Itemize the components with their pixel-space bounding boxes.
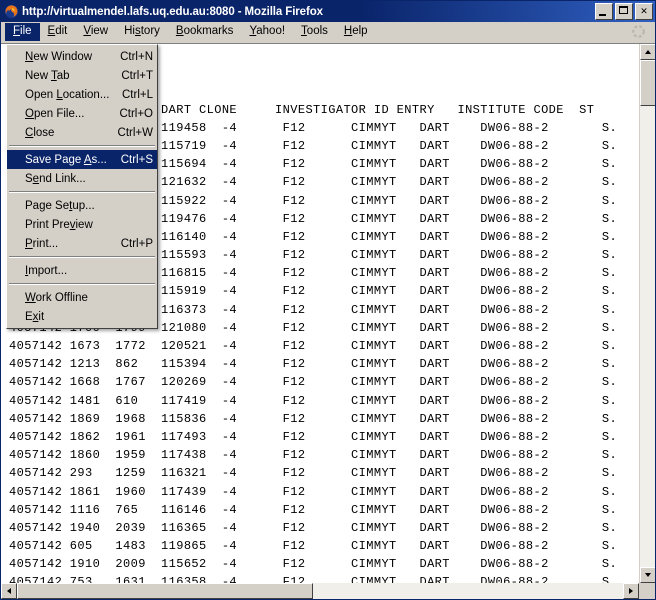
table-row: 4057142 753 1631 116358 -4 F12 CIMMYT DA… — [9, 575, 618, 583]
menu-separator — [9, 145, 155, 147]
menu-item-shortcut: Ctrl+T — [121, 69, 153, 82]
menubar-item-bookmarks[interactable]: Bookmarks — [168, 23, 242, 41]
scroll-left-button[interactable] — [1, 583, 17, 599]
menu-item-label: Send Link... — [25, 172, 86, 185]
menu-item-label: Open Location... — [25, 88, 110, 101]
menu-item-label: Close — [25, 126, 55, 139]
menu-item-import[interactable]: Import... — [7, 261, 157, 280]
menubar-item-view[interactable]: View — [75, 23, 116, 41]
menu-separator — [9, 191, 155, 193]
menubar-item-file[interactable]: File — [5, 23, 40, 41]
maximize-button[interactable] — [615, 3, 633, 20]
window-controls: ✕ — [595, 3, 653, 20]
scrollbar-corner — [639, 583, 655, 599]
scroll-down-arrow — [645, 573, 651, 577]
vertical-scroll-thumb[interactable] — [640, 60, 655, 106]
browser-window: http://virtualmendel.lafs.uq.edu.au:8080… — [0, 0, 656, 600]
scroll-down-button[interactable] — [640, 567, 655, 583]
menu-item-close[interactable]: Close Ctrl+W — [7, 123, 157, 142]
menu-item-shortcut: Ctrl+O — [119, 107, 153, 120]
menubar-item-yahoo[interactable]: Yahoo! — [241, 23, 293, 41]
menu-item-shortcut: Ctrl+P — [120, 237, 153, 250]
firefox-icon — [4, 4, 19, 19]
menu-item-new-window[interactable]: New Window Ctrl+N — [7, 47, 157, 66]
menubar-item-help[interactable]: Help — [336, 23, 376, 41]
menu-item-new-tab[interactable]: New Tab Ctrl+T — [7, 66, 157, 85]
menu-bar: File Edit View History Bookmarks Yahoo! Tools H… — [1, 22, 655, 43]
title-bar: http://virtualmendel.lafs.uq.edu.au:8080… — [1, 1, 655, 22]
firefox-throbber-icon[interactable] — [631, 24, 646, 39]
menu-item-label: Work Offline — [25, 291, 88, 304]
menu-item-print[interactable]: Print... Ctrl+P — [7, 234, 157, 253]
menu-item-shortcut: Ctrl+W — [117, 126, 153, 139]
scroll-up-button[interactable] — [640, 44, 655, 60]
close-icon: ✕ — [640, 6, 648, 16]
menu-item-shortcut: Ctrl+N — [120, 50, 153, 63]
table-row: 4057142 293 1259 116321 -4 F12 CIMMYT DA… — [9, 466, 618, 481]
menubar-item-edit[interactable]: Edit — [40, 23, 76, 41]
menu-item-label: Save Page As... — [25, 153, 107, 166]
menubar-item-history[interactable]: History — [116, 23, 168, 41]
menu-item-send-link[interactable]: Send Link... — [7, 169, 157, 188]
menu-item-page-setup[interactable]: Page Setup... — [7, 196, 157, 215]
menu-separator — [9, 256, 155, 258]
menu-item-label: Open File... — [25, 107, 85, 120]
scroll-right-arrow — [629, 588, 633, 594]
menu-item-open-file[interactable]: Open File... Ctrl+O — [7, 104, 157, 123]
menu-item-exit[interactable]: Exit — [7, 307, 157, 326]
vertical-scrollbar[interactable] — [639, 44, 655, 583]
horizontal-scrollbar[interactable] — [1, 583, 639, 599]
table-row: 4057142 1861 1960 117439 -4 F12 CIMMYT D… — [9, 484, 618, 499]
table-row: 4057142 1668 1767 120269 -4 F12 CIMMYT D… — [9, 375, 618, 390]
table-row: 4057142 1862 1961 117493 -4 F12 CIMMYT D… — [9, 429, 618, 444]
file-dropdown-menu[interactable]: New Window Ctrl+N New Tab Ctrl+T Open Locati… — [6, 44, 158, 329]
menu-separator — [9, 283, 155, 285]
table-row: 4057142 1910 2009 115652 -4 F12 CIMMYT D… — [9, 557, 618, 572]
table-row: 4057142 1860 1959 117438 -4 F12 CIMMYT D… — [9, 448, 618, 463]
menu-item-label: Exit — [25, 310, 45, 323]
window-title: http://virtualmendel.lafs.uq.edu.au:8080… — [22, 5, 323, 18]
menu-item-label: New Window — [25, 50, 93, 63]
menu-item-label: Import... — [25, 264, 68, 277]
menu-item-shortcut: Ctrl+S — [120, 153, 153, 166]
menu-item-label: Print Preview — [25, 218, 93, 231]
scroll-left-arrow — [7, 588, 11, 594]
menu-item-label: New Tab — [25, 69, 70, 82]
minimize-button[interactable] — [595, 3, 613, 20]
menu-item-label: Page Setup... — [25, 199, 95, 212]
table-row: 4057142 1673 1772 120521 -4 F12 CIMMYT D… — [9, 339, 618, 354]
close-button[interactable]: ✕ — [635, 3, 653, 20]
table-row: 4057142 1481 610 117419 -4 F12 CIMMYT DA… — [9, 393, 618, 408]
table-row: 4057142 605 1483 119865 -4 F12 CIMMYT DA… — [9, 539, 618, 554]
menubar-item-tools[interactable]: Tools — [293, 23, 336, 41]
table-row: 4057142 1940 2039 116365 -4 F12 CIMMYT D… — [9, 520, 618, 535]
menu-item-shortcut: Ctrl+L — [122, 88, 153, 101]
menu-item-print-preview[interactable]: Print Preview — [7, 215, 157, 234]
menu-item-open-location[interactable]: Open Location... Ctrl+L — [7, 85, 157, 104]
menu-item-save-page-as[interactable]: Save Page As... Ctrl+S — [7, 150, 157, 169]
menu-item-label: Print... — [25, 237, 59, 250]
horizontal-scroll-thumb[interactable] — [17, 583, 313, 599]
table-row: 4057142 1869 1968 115836 -4 F12 CIMMYT D… — [9, 411, 618, 426]
menu-item-work-offline[interactable]: Work Offline — [7, 288, 157, 307]
scroll-right-button[interactable] — [623, 583, 639, 599]
table-row: 4057142 1213 862 115394 -4 F12 CIMMYT DA… — [9, 357, 618, 372]
table-row: 4057142 1116 765 116146 -4 F12 CIMMYT DA… — [9, 502, 618, 517]
scroll-up-arrow — [645, 50, 651, 54]
